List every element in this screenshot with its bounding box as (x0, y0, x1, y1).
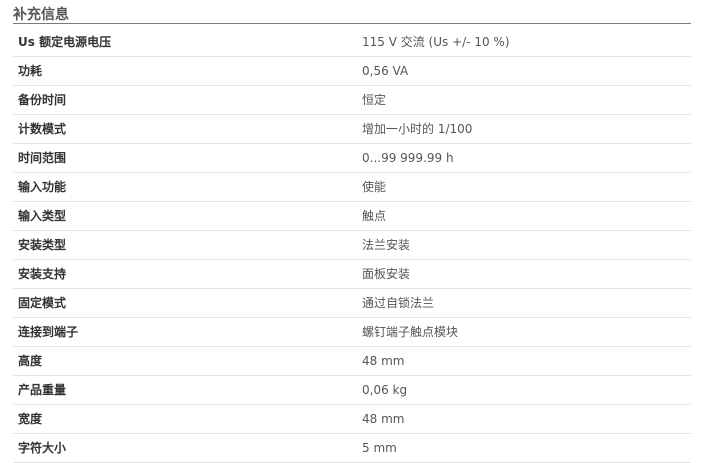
table-row: 产品重量 0,06 kg (13, 375, 691, 405)
table-row: Us 额定电源电压 115 V 交流 (Us +/- 10 %) (13, 27, 691, 57)
spec-value: 恒定 (362, 85, 691, 115)
spec-value: 0...99 999.99 h (362, 143, 691, 173)
spec-label: 输入类型 (13, 201, 362, 231)
table-row: 宽度 48 mm (13, 404, 691, 434)
table-row: 输入功能 使能 (13, 172, 691, 202)
spec-value: 0,06 kg (362, 375, 691, 405)
spec-value: 面板安装 (362, 259, 691, 289)
spec-value: 增加一小时的 1/100 (362, 114, 691, 144)
section-title: 补充信息 (13, 7, 69, 23)
table-row: 固定模式 通过自锁法兰 (13, 288, 691, 318)
spec-label: Us 额定电源电压 (13, 27, 362, 57)
spec-label: 安装支持 (13, 259, 362, 289)
table-row: 字符大小 5 mm (13, 433, 691, 463)
spec-label: 高度 (13, 346, 362, 376)
table-row: 安装类型 法兰安装 (13, 230, 691, 260)
spec-label: 连接到端子 (13, 317, 362, 347)
spec-label: 输入功能 (13, 172, 362, 202)
spec-label: 计数模式 (13, 114, 362, 144)
table-row: 输入类型 触点 (13, 201, 691, 231)
spec-label: 安装类型 (13, 230, 362, 260)
table-row: 高度 48 mm (13, 346, 691, 376)
table-row: 功耗 0,56 VA (13, 56, 691, 86)
spec-label: 宽度 (13, 404, 362, 434)
spec-label: 产品重量 (13, 375, 362, 405)
spec-value: 115 V 交流 (Us +/- 10 %) (362, 27, 691, 57)
table-row: 备份时间 恒定 (13, 85, 691, 115)
section-header: 补充信息 (13, 6, 691, 24)
spec-value: 48 mm (362, 404, 691, 434)
spec-value: 法兰安装 (362, 230, 691, 260)
table-row: 连接到端子 螺钉端子触点模块 (13, 317, 691, 347)
spec-value: 5 mm (362, 433, 691, 463)
spec-value: 0,56 VA (362, 56, 691, 86)
table-row: 计数模式 增加一小时的 1/100 (13, 114, 691, 144)
spec-label: 功耗 (13, 56, 362, 86)
spec-label: 时间范围 (13, 143, 362, 173)
table-row: 时间范围 0...99 999.99 h (13, 143, 691, 173)
spec-value: 使能 (362, 172, 691, 202)
spec-value: 48 mm (362, 346, 691, 376)
spec-label: 备份时间 (13, 85, 362, 115)
spec-table: Us 额定电源电压 115 V 交流 (Us +/- 10 %) 功耗 0,56… (13, 27, 691, 463)
spec-value: 螺钉端子触点模块 (362, 317, 691, 347)
spec-value: 触点 (362, 201, 691, 231)
table-row: 安装支持 面板安装 (13, 259, 691, 289)
spec-label: 固定模式 (13, 288, 362, 318)
spec-label: 字符大小 (13, 433, 362, 463)
spec-value: 通过自锁法兰 (362, 288, 691, 318)
